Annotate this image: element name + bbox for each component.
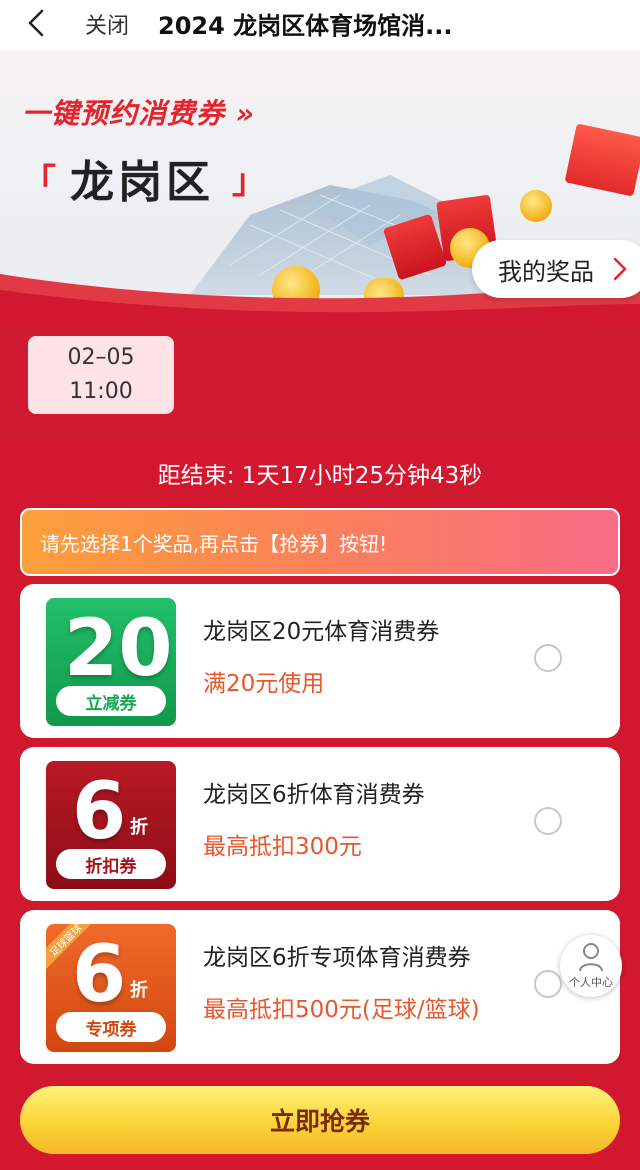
date-tab-date: 02–05: [67, 345, 135, 370]
date-tab-0205[interactable]: 02–05 11:00: [28, 336, 174, 414]
coupon-desc: 最高抵扣500元(足球/篮球): [203, 997, 480, 1023]
coupon-amount: 6: [72, 930, 127, 1020]
banner-slogan: 一键预约消费券 »: [22, 97, 255, 130]
page-title: 2024 龙岗区体育场馆消...: [158, 12, 453, 40]
district-heading: 「 龙岗区 」: [22, 146, 266, 210]
coupon-thumbnail: 6 折 折扣券: [46, 761, 176, 889]
instruction-banner: 请先选择1个奖品,再点击【抢券】按钮!: [20, 508, 620, 576]
coupon-name: 龙岗区20元体育消费券: [203, 619, 440, 645]
close-button[interactable]: 关闭: [85, 8, 129, 40]
coupon-desc: 最高抵扣300元: [203, 834, 362, 860]
coupon-unit: 折: [130, 980, 148, 1001]
coupon-thumbnail: 足球篮球 6 折 专项券: [46, 924, 176, 1052]
coupon-thumbnail: 20 立减券: [46, 598, 176, 726]
coupon-amount: 6: [72, 767, 127, 857]
red-envelope-icon: [564, 123, 640, 197]
coupon-name: 龙岗区6折专项体育消费券: [203, 945, 471, 971]
user-center-button[interactable]: 个人中心: [560, 935, 622, 997]
date-tabs: 02–05 11:00: [0, 326, 640, 438]
coin-icon: [520, 190, 552, 222]
grab-coupon-label: 立即抢券: [269, 1107, 370, 1136]
grab-coupon-button[interactable]: 立即抢券: [20, 1086, 620, 1154]
bracket-right: 」: [232, 161, 266, 202]
coupon-desc: 满20元使用: [203, 671, 325, 697]
date-tab-time: 11:00: [69, 379, 133, 404]
chevron-right-icon: [613, 257, 627, 281]
user-center-label: 个人中心: [569, 976, 613, 989]
coupon-amount: 20: [64, 604, 173, 694]
coupon-unit: 折: [130, 817, 148, 838]
my-prizes-label: 我的奖品: [498, 257, 594, 286]
coupon-type-tag: 折扣券: [56, 849, 166, 879]
coupon-type-tag: 专项券: [56, 1012, 166, 1042]
coupon-radio[interactable]: [534, 970, 562, 998]
back-arrow-icon[interactable]: [24, 8, 50, 38]
countdown-timer: 距结束: 1天17小时25分钟43秒: [157, 463, 483, 489]
bracket-left: 「: [22, 161, 56, 202]
instruction-text: 请先选择1个奖品,再点击【抢券】按钮!: [40, 531, 388, 556]
coupon-card[interactable]: 足球篮球 6 折 专项券 龙岗区6折专项体育消费券 最高抵扣500元(足球/篮球…: [20, 910, 620, 1064]
my-prizes-button[interactable]: 我的奖品: [472, 240, 640, 298]
district-name: 龙岗区: [70, 157, 214, 208]
coupon-radio[interactable]: [534, 807, 562, 835]
user-icon: [579, 943, 603, 972]
coupon-name: 龙岗区6折体育消费券: [203, 782, 425, 808]
promo-banner: 一键预约消费券 » 「 龙岗区 」 我的奖品: [0, 50, 640, 326]
top-nav-bar: 关闭 2024 龙岗区体育场馆消...: [0, 0, 640, 50]
coupon-card[interactable]: 6 折 折扣券 龙岗区6折体育消费券 最高抵扣300元: [20, 747, 620, 901]
coupon-card[interactable]: 20 立减券 龙岗区20元体育消费券 满20元使用: [20, 584, 620, 738]
coupon-radio[interactable]: [534, 644, 562, 672]
coupon-type-tag: 立减券: [56, 686, 166, 716]
